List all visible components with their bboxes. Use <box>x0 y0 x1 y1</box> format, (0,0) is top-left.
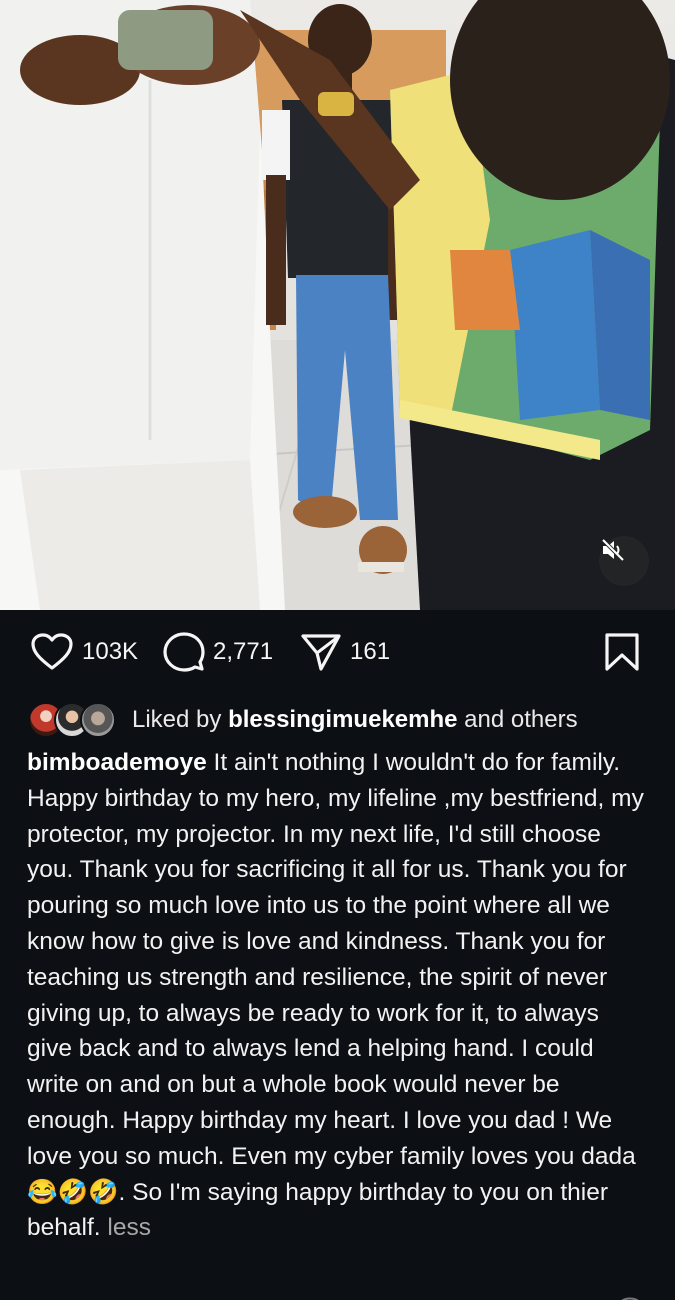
mute-toggle-button[interactable] <box>599 536 649 586</box>
share-button[interactable]: 161 <box>300 632 390 672</box>
save-button[interactable] <box>604 632 640 672</box>
less-link[interactable]: less <box>107 1214 151 1241</box>
comments-count[interactable]: 2,771 <box>213 638 273 666</box>
caption-username[interactable]: bimboademoye <box>27 749 207 776</box>
avatar <box>80 702 116 738</box>
post-action-bar: 103K 2,771 161 <box>0 610 675 700</box>
liked-by-row[interactable]: Liked by blessingimuekemhe and others <box>28 700 648 740</box>
post-caption: bimboademoye It ain't nothing I wouldn't… <box>27 745 649 1246</box>
post-photo <box>0 0 675 610</box>
muted-speaker-icon <box>601 538 625 562</box>
comment-bubble-icon <box>163 632 205 672</box>
bookmark-icon <box>605 633 639 671</box>
liked-by-username[interactable]: blessingimuekemhe <box>228 706 457 733</box>
heart-icon <box>31 633 73 670</box>
like-button[interactable]: 103K <box>30 632 138 672</box>
liked-by-text: Liked by blessingimuekemhe and others <box>132 706 578 734</box>
liked-by-suffix[interactable]: and others <box>457 706 577 733</box>
next-item-peek <box>618 1288 642 1300</box>
comment-button[interactable]: 2,771 <box>163 632 273 672</box>
post-media[interactable] <box>0 0 675 610</box>
likes-count[interactable]: 103K <box>82 638 138 666</box>
liked-by-prefix: Liked by <box>132 706 229 733</box>
paper-plane-icon <box>301 634 341 671</box>
shares-count[interactable]: 161 <box>350 638 390 666</box>
caption-text: It ain't nothing I wouldn't do for famil… <box>27 749 644 1242</box>
liked-by-avatars <box>28 702 120 738</box>
